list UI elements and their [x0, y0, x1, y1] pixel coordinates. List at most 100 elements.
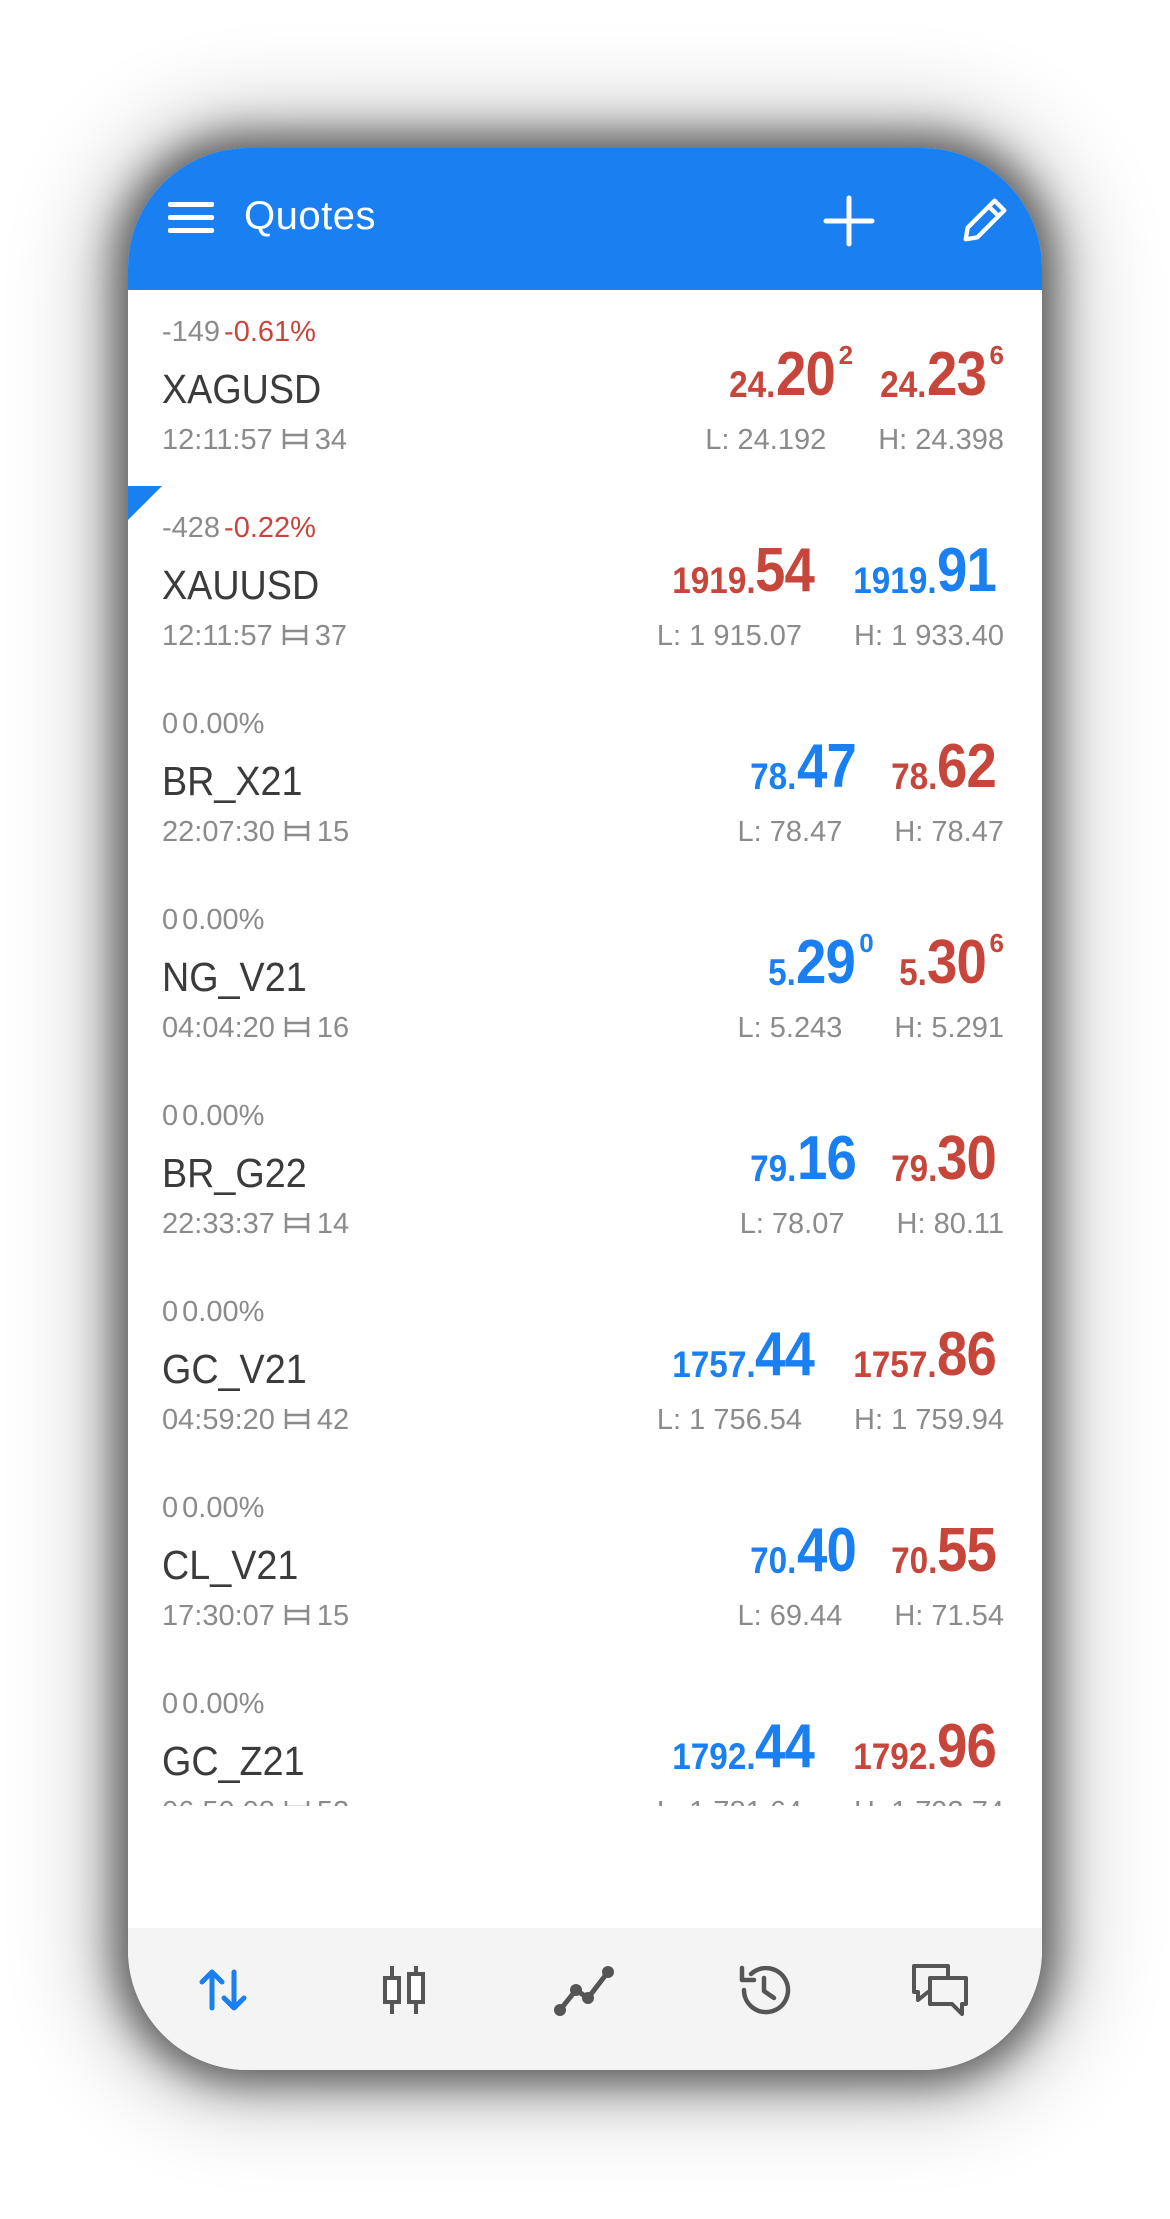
change-points: -428 [162, 512, 221, 544]
bid-price: 1792. 44 [663, 1716, 823, 1778]
quotes-list[interactable]: -149 -0.61% XAGUSD 12:11:57 34 24. 20 2 24. 23 6 L:… [128, 290, 1042, 1806]
quote-time: 06:50:08 [162, 1796, 275, 1806]
ask-price: 78. 62 [886, 736, 1004, 798]
quote-time-spread: 22:07:30 15 [162, 816, 349, 849]
low-high: L: 5.243 H: 5.291 [738, 1012, 1004, 1045]
change-value: -428 -0.22% [162, 512, 316, 545]
high-value: H: 5.291 [894, 1012, 1004, 1044]
spread-value: 15 [316, 816, 350, 848]
ask-price: 70. 55 [886, 1520, 1004, 1582]
high-value: H: 78.47 [894, 816, 1004, 848]
symbol-name: CL_V21 [162, 1542, 299, 1588]
low-value: L: 1 756.54 [656, 1404, 803, 1436]
ask-price-prefix: 78. [890, 756, 938, 797]
ask-price: 1792. 96 [844, 1716, 1004, 1778]
bid-price-pips: 47 [796, 732, 857, 801]
bid-price-prefix: 24. [729, 364, 776, 405]
quote-time: 04:04:20 [162, 1012, 275, 1044]
spread-icon [284, 1605, 310, 1626]
quote-row-ng_v21[interactable]: 0 0.00% NG_V21 04:04:20 16 5. 29 0 5. 30 6 L: 5.243… [128, 878, 1042, 1074]
edit-pencil-icon[interactable] [958, 192, 1012, 248]
ask-price: 1757. 86 [844, 1324, 1004, 1386]
change-value: 0 0.00% [162, 1296, 264, 1329]
bid-ask-prices: 5. 29 0 5. 30 6 [765, 928, 1004, 997]
ask-price-point: 6 [989, 928, 1004, 958]
phone-frame: Quotes -149 -0.61% XAGUSD 12:11:57 34 24. 20 2 2… [128, 148, 1042, 2070]
ask-price-prefix: 70. [890, 1540, 938, 1581]
high-value: H: 80.11 [896, 1208, 1004, 1240]
chart-candles-icon[interactable] [372, 1958, 436, 2022]
history-icon[interactable] [732, 1958, 796, 2022]
quote-time-spread: 04:59:20 42 [162, 1404, 349, 1437]
bid-price-pips: 44 [755, 1712, 815, 1781]
quotes-arrows-icon[interactable] [192, 1958, 256, 2022]
quote-row-br_g22[interactable]: 0 0.00% BR_G22 22:33:37 14 79. 16 79. 30 L: 78.07… [128, 1074, 1042, 1270]
change-points: 0 [162, 1296, 179, 1328]
change-value: 0 0.00% [162, 708, 264, 741]
change-value: 0 0.00% [162, 1688, 264, 1721]
change-points: 0 [162, 1100, 179, 1132]
page-title: Quotes [244, 194, 376, 238]
trade-line-icon[interactable] [552, 1958, 616, 2022]
spread-value: 16 [316, 1012, 350, 1044]
low-value: L: 78.47 [737, 816, 843, 848]
change-percent: 0.00% [182, 904, 265, 936]
change-value: 0 0.00% [162, 1100, 264, 1133]
change-percent: -0.61% [224, 316, 316, 348]
quote-time-spread: 04:04:20 16 [162, 1012, 349, 1045]
bid-price: 5. 29 0 [765, 928, 873, 997]
quote-time-spread: 22:33:37 14 [162, 1208, 349, 1241]
change-value: 0 0.00% [162, 1492, 264, 1525]
spread-icon [282, 625, 307, 646]
bid-price: 79. 16 [745, 1128, 863, 1190]
bid-price: 70. 40 [745, 1520, 863, 1582]
ask-price: 24. 23 6 [875, 340, 1004, 406]
menu-icon[interactable] [168, 200, 216, 236]
quote-row-gc_v21[interactable]: 0 0.00% GC_V21 04:59:20 42 1757. 44 1757. 86 L: 1… [128, 1270, 1042, 1466]
spread-value: 34 [314, 424, 347, 456]
bid-price: 24. 20 2 [724, 340, 854, 409]
symbol-name: NG_V21 [162, 954, 307, 1000]
spread-icon [284, 1017, 310, 1038]
quote-row-gc_z21[interactable]: 00.00%GC_Z2106:50:08521792.441792.96L: 1… [128, 1662, 1042, 1806]
symbol-name: GC_V21 [162, 1346, 307, 1392]
quote-time-spread: 12:11:57 37 [162, 620, 347, 653]
bid-price-point: 2 [838, 340, 854, 370]
ask-price-point: 6 [989, 340, 1004, 370]
bid-price-pips: 16 [796, 1124, 857, 1193]
bid-price-pips: 54 [755, 536, 815, 605]
messages-icon[interactable] [908, 1958, 972, 2022]
spread-icon [284, 821, 310, 842]
spread-value: 37 [314, 620, 347, 652]
bid-price-prefix: 70. [750, 1540, 797, 1581]
quote-row-cl_v21[interactable]: 0 0.00% CL_V21 17:30:07 15 70. 40 70. 55 L: 69.44… [128, 1466, 1042, 1662]
low-high: L: 78.47 H: 78.47 [738, 816, 1004, 849]
ask-price: 5. 30 6 [896, 928, 1004, 994]
bid-price-prefix: 79. [750, 1148, 797, 1189]
low-value: L: 78.07 [739, 1208, 845, 1240]
ask-price-prefix: 1919. [853, 560, 938, 601]
quote-row-xagusd[interactable]: -149 -0.61% XAGUSD 12:11:57 34 24. 20 2 24. 23 6 L:… [128, 290, 1042, 486]
symbol-name: BR_X21 [162, 758, 303, 804]
low-high: L: 1 781.64 H: 1 793.74 [657, 1796, 1004, 1806]
quote-time: 04:59:20 [162, 1404, 275, 1436]
add-symbol-icon[interactable] [822, 194, 876, 248]
quote-row-br_x21[interactable]: 0 0.00% BR_X21 22:07:30 15 78. 47 78. 62 L: 78.47… [128, 682, 1042, 878]
quote-time-spread: 17:30:07 15 [162, 1600, 349, 1633]
low-value: L: 69.44 [737, 1600, 843, 1632]
change-percent: 0.00% [182, 1492, 265, 1524]
change-points: -149 [162, 316, 221, 348]
bid-price-pips: 20 [775, 340, 836, 409]
bid-ask-prices: 79. 16 79. 30 [745, 1128, 1004, 1190]
ask-price-pips: 62 [937, 732, 997, 801]
quote-time: 12:11:57 [162, 620, 273, 652]
high-value: H: 71.54 [894, 1600, 1004, 1632]
bid-price-pips: 40 [796, 1516, 857, 1585]
change-points: 0 [162, 708, 179, 740]
quote-row-xauusd[interactable]: -428 -0.22% XAUUSD 12:11:57 37 1919. 54 1919. 91… [128, 486, 1042, 682]
bid-ask-prices: 24. 20 2 24. 23 6 [724, 340, 1004, 409]
bid-price-pips: 29 [796, 928, 856, 997]
change-value: -149 -0.61% [162, 316, 316, 349]
high-value: H: 1 933.40 [854, 620, 1004, 652]
high-value: H: 24.398 [878, 424, 1004, 456]
